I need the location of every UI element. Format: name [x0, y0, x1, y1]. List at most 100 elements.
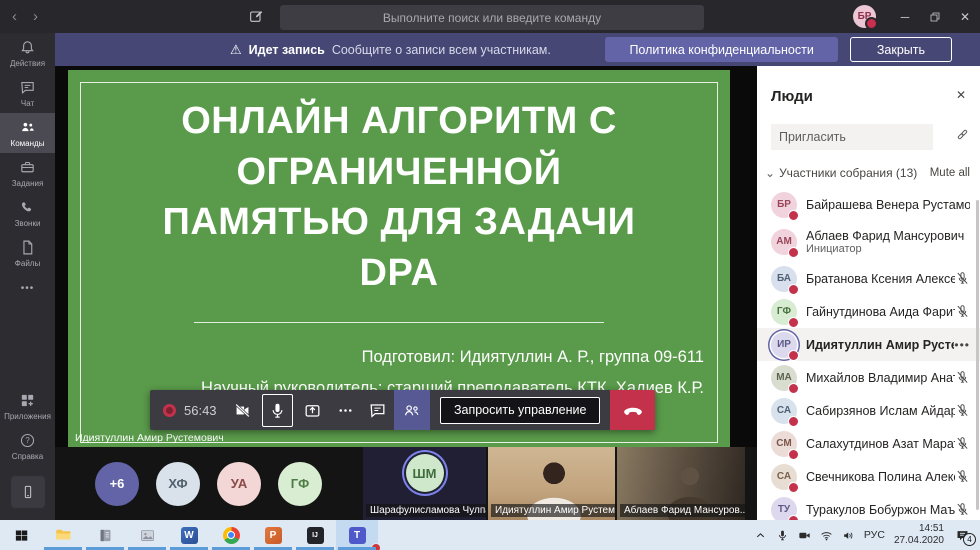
bell-icon [19, 39, 36, 56]
mic-muted-icon [955, 436, 970, 451]
rail-item-apps[interactable]: Приложения [0, 386, 55, 426]
taskbar-app-photos[interactable] [126, 520, 168, 550]
mobile-app-button[interactable] [11, 476, 45, 508]
restore-button[interactable] [920, 0, 950, 33]
clock[interactable]: 14:51 27.04.2020 [894, 523, 944, 548]
video-tile[interactable]: Аблаев Фарид Мансуров... [617, 447, 745, 520]
recording-title: Идет запись [249, 43, 325, 57]
rail-item-activity[interactable]: Действия [0, 33, 55, 73]
avatar: АМ [771, 229, 797, 255]
panel-scrollbar[interactable] [976, 200, 979, 510]
chat-toggle-button[interactable] [361, 390, 394, 430]
participant-row[interactable]: СА Сабирзянов Ислам Айдаро... [757, 394, 980, 427]
participant-row[interactable]: АМ Аблаев Фарид Мансурович Инициатор [757, 221, 980, 262]
invite-input[interactable] [771, 124, 933, 150]
participant-name: Салахутдинов Азат Марато... [806, 437, 955, 451]
chat-icon [368, 401, 387, 420]
close-button[interactable]: ✕ [950, 0, 980, 33]
start-button[interactable] [0, 520, 42, 550]
nav-back-icon[interactable]: ‹ [12, 9, 17, 24]
tray-wifi-icon[interactable] [820, 529, 833, 542]
tray-speaker-icon[interactable] [842, 529, 855, 542]
participant-row-selected[interactable]: ИР Идиятуллин Амир Рустемо... ••• [757, 328, 980, 361]
video-tile[interactable]: ШМ Шарафулисламова Чулпа... [363, 447, 486, 520]
participants-section-label: Участники собрания (13) [779, 166, 917, 180]
presence-busy-dot [788, 482, 799, 493]
mic-muted-icon [955, 370, 970, 385]
participant-row[interactable]: ТУ Туракулов Бобуржон Маър... [757, 493, 980, 520]
rail-item-chat[interactable]: Чат [0, 73, 55, 113]
video-tile-name: Идиятуллин Амир Рустем... [491, 504, 615, 517]
camera-off-button[interactable] [227, 390, 260, 430]
taskbar-app-onenote[interactable] [84, 520, 126, 550]
new-chat-icon[interactable] [248, 8, 264, 24]
recording-indicator: 56:43 [163, 403, 217, 418]
participant-row[interactable]: БА Братанова Ксения Алексее... [757, 262, 980, 295]
action-center-button[interactable]: 4 [955, 528, 970, 543]
taskbar-app-powerpoint[interactable]: P [252, 520, 294, 550]
tray-mic-icon[interactable] [776, 529, 789, 542]
avatar: СА [771, 464, 797, 490]
presence-busy-dot [788, 210, 799, 221]
participant-name: Свечникова Полина Алекс... [806, 470, 955, 484]
participant-bubble[interactable]: ГФ [278, 462, 322, 506]
rail-more-icon[interactable]: ••• [21, 273, 35, 304]
copy-link-icon[interactable] [955, 127, 970, 142]
privacy-policy-button[interactable]: Политика конфиденциальности [605, 37, 837, 62]
overflow-participants-badge[interactable]: +6 [95, 462, 139, 506]
mic-button[interactable] [262, 394, 293, 427]
user-avatar[interactable]: БР [853, 5, 876, 28]
taskbar-app-word[interactable]: W [168, 520, 210, 550]
tray-chevron-up-icon[interactable] [754, 529, 767, 542]
participant-row[interactable]: БР Байрашева Венера Рустамовна [757, 188, 980, 221]
people-panel-close-icon[interactable]: ✕ [956, 88, 966, 102]
banner-close-button[interactable]: Закрыть [850, 37, 952, 62]
windows-logo-icon [14, 528, 29, 543]
participant-row[interactable]: МА Михайлов Владимир Анато... [757, 361, 980, 394]
avatar: ИР [771, 332, 797, 358]
avatar: ШМ [406, 454, 444, 492]
share-button[interactable] [296, 390, 329, 430]
presence-busy-dot [788, 247, 799, 258]
onenote-icon [97, 527, 114, 544]
participant-bubble[interactable]: ХФ [156, 462, 200, 506]
avatar: ГФ [771, 299, 797, 325]
taskbar-app-chrome[interactable] [210, 520, 252, 550]
participant-name: Михайлов Владимир Анато... [806, 371, 955, 385]
nav-forward-icon[interactable]: › [33, 9, 38, 24]
screen-share-stage: ОНЛАЙН АЛГОРИТМ С ОГРАНИЧЕННОЙ ПАМЯТЬЮ Д… [55, 66, 757, 520]
rail-item-files[interactable]: Файлы [0, 233, 55, 273]
more-options-button[interactable] [329, 390, 362, 430]
minimize-button[interactable]: ─ [890, 0, 920, 33]
rail-item-help[interactable]: ? Справка [0, 426, 55, 466]
search-input[interactable] [280, 5, 704, 30]
participant-row[interactable]: ГФ Гайнутдинова Аида Фарито... [757, 295, 980, 328]
participant-name: Сабирзянов Ислам Айдаро... [806, 404, 955, 418]
rail-item-assignments[interactable]: Задания [0, 153, 55, 193]
chrome-icon [223, 527, 240, 544]
taskbar-app-explorer[interactable] [42, 520, 84, 550]
windows-taskbar: W P IJ T РУС 14:51 27.04. [0, 520, 980, 550]
meeting-timer: 56:43 [184, 403, 217, 418]
camera-off-icon [233, 401, 252, 420]
presenter-name-label: Идиятуллин Амир Рустемович [75, 432, 224, 444]
taskbar-app-intellij[interactable]: IJ [294, 520, 336, 550]
participant-menu-icon[interactable]: ••• [954, 338, 970, 352]
taskbar-app-teams[interactable]: T [336, 520, 378, 550]
hangup-button[interactable] [610, 390, 655, 430]
rail-item-teams[interactable]: Команды [0, 113, 55, 153]
participant-bubble[interactable]: УА [217, 462, 261, 506]
people-panel: Люди ✕ ⌄ Участники собрания (13) Mute al… [757, 66, 980, 520]
video-tile[interactable]: Идиятуллин Амир Рустем... [488, 447, 615, 520]
request-control-button[interactable]: Запросить управление [440, 397, 600, 424]
rail-item-calls[interactable]: Звонки [0, 193, 55, 233]
people-toggle-button[interactable] [394, 390, 430, 430]
hangup-icon [622, 399, 644, 421]
phone-icon [19, 199, 36, 216]
language-indicator[interactable]: РУС [864, 529, 885, 541]
tray-camera-icon[interactable] [798, 529, 811, 542]
participant-row[interactable]: СА Свечникова Полина Алекс... [757, 460, 980, 493]
mute-all-button[interactable]: Mute all [930, 167, 970, 179]
participant-row[interactable]: СМ Салахутдинов Азат Марато... [757, 427, 980, 460]
collapse-chevron-icon[interactable]: ⌄ [765, 166, 775, 180]
